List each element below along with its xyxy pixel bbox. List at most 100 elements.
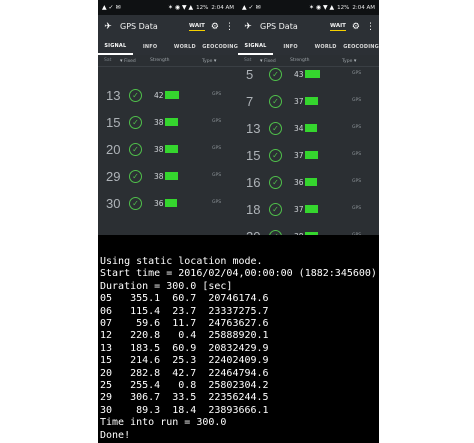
constellation-type: GPS: [352, 71, 362, 76]
terminal-line: 05 355.1 60.7 20746174.6: [100, 293, 269, 305]
signal-strength-value: 37: [294, 151, 304, 160]
satellite-list[interactable]: 5 ✓ 43 GPS 7 ✓ 37 GPS 13 ✓ 34 GPS 15 ✓ 37 GPS 16 ✓ 36 GPS 18…: [238, 62, 379, 251]
constellation-type: GPS: [212, 119, 222, 124]
notification-icons: ▲ ✓ ✉: [102, 4, 121, 11]
type-column-header[interactable]: Type ▾: [202, 58, 222, 64]
satellite-prn: 29: [106, 169, 121, 184]
signal-icons: ✶ ◉ ▼ ▲: [308, 4, 335, 11]
satellite-row[interactable]: 5 ✓ 43 GPS: [238, 62, 379, 89]
tab-signal[interactable]: SIGNAL: [98, 38, 133, 55]
battery-level: 12%: [196, 4, 209, 11]
wait-button[interactable]: WAIT: [330, 23, 346, 31]
terminal-line: Duration = 300.0 [sec]: [100, 280, 233, 292]
constellation-type: GPS: [352, 152, 362, 157]
strength-column-header[interactable]: Strength: [150, 58, 202, 63]
terminal-output: Using static location mode. Start time = …: [98, 235, 379, 443]
tab-signal[interactable]: SIGNAL: [238, 38, 274, 55]
tab-geocoding[interactable]: GEOCODING: [202, 38, 238, 55]
signal-strength-value: 42: [154, 91, 164, 100]
tab-world[interactable]: WORLD: [167, 38, 202, 55]
fixed-check-icon: ✓: [129, 89, 142, 102]
signal-strength-bar: [305, 205, 318, 213]
fixed-check-icon: ✓: [269, 149, 282, 162]
terminal-line: 13 183.5 60.9 20832429.9: [100, 342, 269, 354]
constellation-type: GPS: [352, 179, 362, 184]
terminal-line: Start time = 2016/02/04,00:00:00 (1882:3…: [100, 268, 377, 280]
satellite-row[interactable]: 15 ✓ 37 GPS: [238, 143, 379, 170]
signal-strength-value: 37: [294, 97, 304, 106]
satellite-row[interactable]: 30 ✓ 36 GPS: [98, 191, 238, 218]
signal-strength-bar: [305, 70, 320, 78]
gear-icon[interactable]: ⚙: [352, 22, 360, 32]
constellation-type: GPS: [212, 200, 222, 205]
sat-column-header[interactable]: Sat: [104, 58, 120, 63]
satellite-row[interactable]: 16 ✓ 36 GPS: [238, 170, 379, 197]
satellite-prn: 15: [106, 115, 121, 130]
signal-strength-bar: [305, 178, 317, 186]
tab-bar: SIGNAL INFO WORLD GEOCODING: [238, 38, 379, 55]
notification-icons: ▲ ✓ ✉: [242, 4, 261, 11]
tab-info[interactable]: INFO: [133, 38, 168, 55]
tab-world[interactable]: WORLD: [308, 38, 343, 55]
terminal-line: Done!: [100, 429, 131, 441]
status-bar: ▲ ✓ ✉ ✶ ◉ ▼ ▲ 12% 2:04 AM: [98, 0, 238, 15]
constellation-type: GPS: [212, 173, 222, 178]
fixed-check-icon: ✓: [269, 95, 282, 108]
gear-icon[interactable]: ⚙: [211, 22, 219, 32]
app-bar: ✈ GPS Data WAIT ⚙ ⋮: [238, 15, 379, 38]
tab-geocoding[interactable]: GEOCODING: [343, 38, 379, 55]
signal-icons: ✶ ◉ ▼ ▲: [167, 4, 194, 11]
satellite-row[interactable]: 20 ✓ 38 GPS: [98, 137, 238, 164]
satellite-row[interactable]: 13 ✓ 34 GPS: [238, 116, 379, 143]
tab-bar: SIGNAL INFO WORLD GEOCODING: [98, 38, 238, 55]
fixed-check-icon: ✓: [269, 122, 282, 135]
satellite-row[interactable]: 15 ✓ 38 GPS: [98, 110, 238, 137]
satellite-row[interactable]: 13 ✓ 42 GPS: [98, 83, 238, 110]
fixed-check-icon: ✓: [129, 197, 142, 210]
signal-strength-bar: [165, 91, 179, 99]
satellite-prn: 7: [246, 94, 254, 109]
satellite-row[interactable]: 18 ✓ 37 GPS: [238, 197, 379, 224]
signal-strength-value: 36: [154, 199, 164, 208]
fixed-check-icon: ✓: [129, 143, 142, 156]
satellite-row[interactable]: 7 ✓ 37 GPS: [238, 89, 379, 116]
satellite-logo-icon: ✈: [244, 21, 252, 32]
satellite-prn: 13: [106, 88, 121, 103]
left-phone-screen: ▲ ✓ ✉ ✶ ◉ ▼ ▲ 12% 2:04 AM ✈ GPS Data WAI…: [98, 0, 238, 254]
clock: 2:04 AM: [211, 4, 234, 11]
app-title: GPS Data: [120, 22, 158, 31]
signal-strength-bar: [305, 151, 318, 159]
satellite-row[interactable]: 29 ✓ 38 GPS: [98, 164, 238, 191]
constellation-type: GPS: [212, 92, 222, 97]
signal-strength-value: 38: [154, 145, 164, 154]
tab-info[interactable]: INFO: [273, 38, 308, 55]
sort-down-icon: ▾: [212, 57, 217, 64]
signal-strength-bar: [305, 97, 318, 105]
terminal-line: 12 220.8 0.4 25888920.1: [100, 330, 269, 342]
overflow-menu-icon[interactable]: ⋮: [225, 22, 234, 32]
terminal-line: Using static location mode.: [100, 256, 263, 267]
fixed-check-icon: ✓: [129, 170, 142, 183]
wait-button[interactable]: WAIT: [189, 23, 205, 31]
satellite-prn: 30: [106, 196, 121, 211]
signal-strength-bar: [165, 199, 177, 207]
fixed-column-header[interactable]: ▾ Fixed: [120, 58, 150, 64]
signal-strength-value: 34: [294, 124, 304, 133]
constellation-type: GPS: [352, 98, 362, 103]
satellite-list[interactable]: 13 ✓ 42 GPS 15 ✓ 38 GPS 20 ✓ 38 GPS 29 ✓ 38 GPS 30 ✓ 36 GPS: [98, 83, 238, 218]
satellite-prn: 5: [246, 67, 254, 82]
signal-strength-value: 43: [294, 70, 304, 79]
app-bar: ✈ GPS Data WAIT ⚙ ⋮: [98, 15, 238, 38]
constellation-type: GPS: [352, 206, 362, 211]
terminal-line: 30 89.3 18.4 23893666.1: [100, 404, 269, 416]
battery-level: 12%: [337, 4, 350, 11]
app-title: GPS Data: [260, 22, 298, 31]
signal-strength-value: 36: [294, 178, 304, 187]
fixed-check-icon: ✓: [269, 176, 282, 189]
overflow-menu-icon[interactable]: ⋮: [366, 22, 375, 32]
terminal-line: 20 282.8 42.7 22464794.6: [100, 367, 269, 379]
satellite-logo-icon: ✈: [104, 21, 112, 32]
fixed-check-icon: ✓: [129, 116, 142, 129]
signal-strength-value: 37: [294, 205, 304, 214]
right-phone-screen: ▲ ✓ ✉ ✶ ◉ ▼ ▲ 12% 2:04 AM ✈ GPS Data WAI…: [238, 0, 379, 254]
